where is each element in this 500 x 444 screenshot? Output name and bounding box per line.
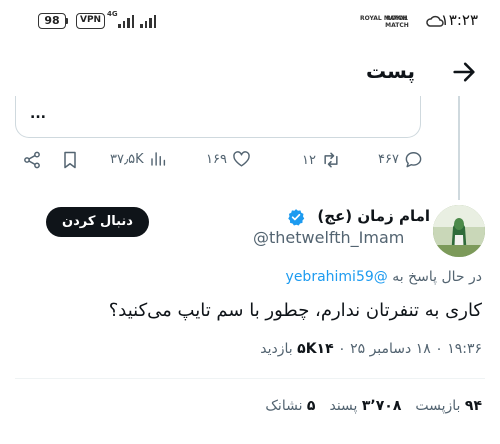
verified-badge-icon <box>288 209 305 226</box>
bookmarks-stat-count: ۵ <box>306 398 316 414</box>
post-views-count: ۵K۱۴ <box>297 341 334 357</box>
reposts-stat-count: ۹۴ <box>464 398 482 414</box>
repost-icon <box>324 152 338 168</box>
bookmarks-stat-label: نشانک <box>265 398 303 414</box>
replying-to: در حال پاسخ به @yebrahimi59 <box>286 269 482 285</box>
like-button[interactable]: ۱۶۹ <box>206 150 251 169</box>
replying-prefix: در حال پاسخ به <box>392 269 482 285</box>
clock: ۱۳:۲۳ <box>440 11 478 29</box>
vpn-badge: VPN <box>76 13 106 29</box>
post-action-bar: ۳۷٫۵K ۱۶۹ ۱۲ ۴۶۷ <box>0 148 500 178</box>
views-button[interactable]: ۳۷٫۵K <box>110 150 167 168</box>
battery-tip <box>66 18 68 24</box>
heart-icon <box>233 151 250 167</box>
likes-stat[interactable]: ۳٬۷۰۸ پسند <box>329 398 401 414</box>
network-type: 4G <box>107 10 118 18</box>
signal-icon <box>118 14 134 28</box>
quoted-ellipsis: ... <box>30 106 46 122</box>
reply-button[interactable]: ۴۶۷ <box>378 150 423 169</box>
avatar-image <box>433 205 485 257</box>
post-text: کاری به تنفرتان ندارم، چطور با سم تایپ م… <box>108 300 482 321</box>
signal-icon <box>140 14 156 28</box>
post-meta: ۱۹:۳۶ ۰ ۱۸ دسامبر ۲۵ ۰ ۵K۱۴ بازدید <box>260 341 482 357</box>
post-stats: ۹۴ بازپست ۳٬۷۰۸ پسند ۵ نشانک <box>265 398 482 414</box>
views-count: ۳۷٫۵K <box>110 151 144 167</box>
reply-icon <box>405 152 422 168</box>
replying-mention-link[interactable]: @yebrahimi59 <box>286 269 388 285</box>
repost-button[interactable]: ۱۲ <box>302 150 341 170</box>
share-icon <box>24 151 40 169</box>
reposts-stat[interactable]: ۹۴ بازپست <box>415 398 482 414</box>
back-arrow-icon[interactable] <box>450 58 478 86</box>
page-header: پست <box>0 50 500 96</box>
battery-indicator: 98 <box>38 13 66 29</box>
avatar[interactable] <box>433 205 485 257</box>
page-title: پست <box>365 59 415 83</box>
likes-stat-count: ۳٬۷۰۸ <box>361 398 402 414</box>
quoted-post-card[interactable]: ... <box>15 96 421 138</box>
share-button[interactable] <box>22 150 42 170</box>
bookmark-icon <box>64 151 76 169</box>
reposts-stat-label: بازپست <box>415 398 461 414</box>
author-name[interactable]: امام زمان (عج) <box>317 207 430 225</box>
post-timestamp[interactable]: ۱۹:۳۶ ۰ ۱۸ دسامبر ۲۵ ۰ <box>338 341 482 357</box>
likes-count: ۱۶۹ <box>206 152 227 167</box>
post-views-label: بازدید <box>260 341 293 357</box>
author-handle[interactable]: @thetwelfth_Imam <box>253 228 404 247</box>
follow-button[interactable]: دنبال کردن <box>46 207 149 237</box>
analytics-icon <box>150 152 165 166</box>
divider <box>15 378 485 379</box>
status-bar: 98 VPN 4G ROYAL MATCH ROYAL MATCH ۱۳:۲۳ <box>0 0 500 44</box>
carrier-label: ROYAL MATCH <box>385 15 409 29</box>
likes-stat-label: پسند <box>329 398 358 414</box>
replies-count: ۴۶۷ <box>378 152 399 167</box>
bookmarks-stat[interactable]: ۵ نشانک <box>265 398 315 414</box>
reposts-count: ۱۲ <box>302 152 316 168</box>
bookmark-button[interactable] <box>60 150 80 170</box>
